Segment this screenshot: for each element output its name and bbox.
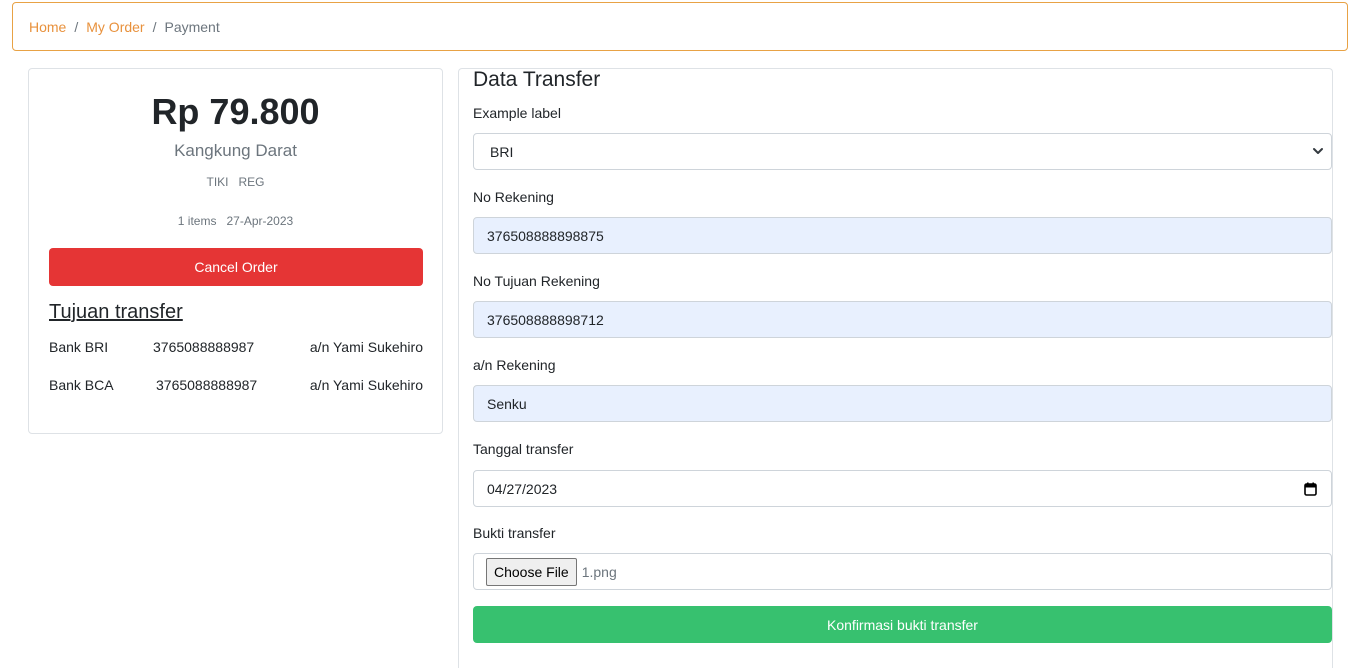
- breadcrumb-home-link[interactable]: Home: [29, 19, 66, 35]
- breadcrumb-separator: /: [152, 18, 157, 35]
- account-name-value: Senku: [487, 395, 527, 412]
- target-account-value: 376508888898712: [487, 311, 604, 328]
- transfer-destination-heading: Tujuan transfer: [49, 301, 183, 323]
- transfer-date-label: Tanggal transfer: [473, 441, 574, 457]
- proof-label: Bukti transfer: [473, 525, 556, 541]
- bank-account-holder: a/n Yami Sukehiro: [309, 377, 423, 393]
- cancel-order-button[interactable]: Cancel Order: [49, 248, 423, 286]
- bank-row-bca: Bank BCA 3765088888987 a/n Yami Sukehiro: [49, 377, 423, 397]
- account-number-value: 376508888898875: [487, 227, 604, 244]
- bank-select-label: Example label: [473, 105, 561, 121]
- courier-name: TIKI: [206, 175, 229, 189]
- bank-name: Bank BCA: [49, 377, 114, 393]
- bank-account-number: 3765088888987: [153, 339, 255, 355]
- product-name: Kangkung Darat: [174, 141, 297, 160]
- order-price: Rp 79.800: [151, 91, 320, 132]
- bank-account-holder: a/n Yami Sukehiro: [309, 339, 423, 355]
- chevron-down-icon: [1313, 148, 1323, 154]
- account-name-input[interactable]: Senku: [473, 385, 1332, 422]
- shipping-info: TIKI REG: [29, 175, 442, 189]
- breadcrumb-separator: /: [74, 18, 79, 35]
- order-meta: 1 items 27-Apr-2023: [29, 214, 442, 228]
- selected-file-name: 1.png: [581, 563, 617, 580]
- item-count: 1 items: [177, 214, 217, 228]
- transfer-date-input[interactable]: 04/27/2023: [473, 470, 1332, 507]
- breadcrumb-my-order-link[interactable]: My Order: [86, 19, 144, 35]
- order-summary-card: Rp 79.800 Kangkung Darat TIKI REG 1 items…: [28, 68, 443, 434]
- account-number-label: No Rekening: [473, 189, 554, 205]
- breadcrumb-current: Payment: [164, 18, 220, 35]
- bank-account-number: 3765088888987: [156, 377, 258, 393]
- courier-service: REG: [238, 175, 265, 189]
- order-date: 27-Apr-2023: [226, 214, 294, 228]
- bank-select[interactable]: BRI: [473, 133, 1332, 170]
- bank-select-value: BRI: [490, 143, 514, 160]
- calendar-icon[interactable]: [1304, 482, 1317, 496]
- account-number-input[interactable]: 376508888898875: [473, 217, 1332, 254]
- transfer-date-value: 04/27/2023: [487, 480, 558, 497]
- target-account-label: No Tujuan Rekening: [473, 273, 600, 289]
- confirm-transfer-button[interactable]: Konfirmasi bukti transfer: [473, 606, 1332, 643]
- proof-file-input[interactable]: Choose File 1.png: [473, 553, 1332, 590]
- account-name-label: a/n Rekening: [473, 357, 556, 373]
- breadcrumb: Home / My Order / Payment: [12, 2, 1348, 51]
- form-title: Data Transfer: [473, 68, 601, 91]
- choose-file-button[interactable]: Choose File: [486, 557, 577, 586]
- target-account-input[interactable]: 376508888898712: [473, 301, 1332, 338]
- bank-name: Bank BRI: [49, 339, 109, 355]
- bank-row-bri: Bank BRI 3765088888987 a/n Yami Sukehiro: [49, 339, 423, 359]
